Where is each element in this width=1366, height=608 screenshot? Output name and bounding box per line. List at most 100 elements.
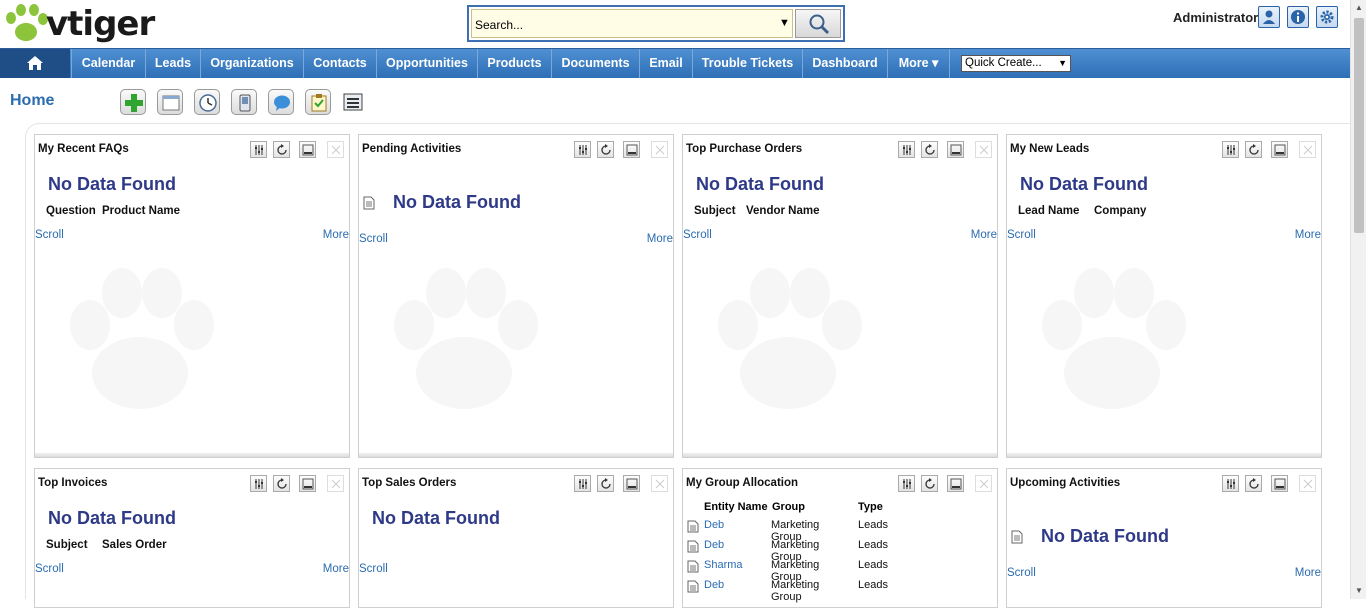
close-icon bbox=[331, 479, 341, 489]
widget-refresh-button[interactable] bbox=[273, 475, 290, 492]
widget-title: Top Invoices bbox=[38, 477, 108, 489]
scroll-link[interactable]: Scroll bbox=[35, 563, 64, 575]
widget-refresh-button[interactable] bbox=[1245, 475, 1262, 492]
scroll-link[interactable]: Scroll bbox=[359, 563, 388, 575]
widget-minimize-button[interactable] bbox=[1271, 141, 1288, 158]
info-icon[interactable] bbox=[1287, 6, 1309, 28]
widget-refresh-button[interactable] bbox=[597, 475, 614, 492]
widget-minimize-button[interactable] bbox=[1271, 475, 1288, 492]
widget-close-button[interactable] bbox=[327, 475, 344, 492]
nav-item-organizations[interactable]: Organizations bbox=[200, 49, 303, 78]
no-data-message: No Data Found bbox=[372, 508, 500, 528]
widget-refresh-button[interactable] bbox=[597, 141, 614, 158]
add-widget-button[interactable] bbox=[120, 89, 146, 115]
nav-item-products[interactable]: Products bbox=[477, 49, 551, 78]
notebook-button[interactable] bbox=[305, 89, 331, 115]
widget-settings-button[interactable] bbox=[250, 475, 267, 492]
widget-minimize-button[interactable] bbox=[299, 141, 316, 158]
nav-item-more[interactable]: More ▾ bbox=[887, 49, 950, 78]
minimize-icon bbox=[626, 144, 638, 156]
widget-footer bbox=[359, 453, 673, 457]
chat-button[interactable] bbox=[268, 89, 294, 115]
mobile-button[interactable] bbox=[231, 89, 257, 115]
widget-settings-button[interactable] bbox=[898, 141, 915, 158]
widget-minimize-button[interactable] bbox=[623, 141, 640, 158]
nav-item-documents[interactable]: Documents bbox=[551, 49, 639, 78]
column-header-subject: Subject bbox=[694, 205, 736, 217]
search-button[interactable] bbox=[795, 9, 841, 38]
nav-item-opportunities[interactable]: Opportunities bbox=[376, 49, 477, 78]
more-link[interactable]: More bbox=[647, 233, 673, 245]
widget-footer bbox=[683, 453, 997, 457]
list-button[interactable] bbox=[342, 91, 366, 116]
home-icon bbox=[27, 56, 43, 70]
widget-minimize-button[interactable] bbox=[947, 475, 964, 492]
nav-item-trouble-tickets[interactable]: Trouble Tickets bbox=[692, 49, 802, 78]
scroll-link[interactable]: Scroll bbox=[359, 233, 388, 245]
scrollbar-thumb[interactable] bbox=[1354, 18, 1364, 233]
home-button[interactable] bbox=[0, 49, 70, 78]
widget-minimize-button[interactable] bbox=[947, 141, 964, 158]
entity-link[interactable]: Deb bbox=[704, 519, 724, 531]
scroll-link[interactable]: Scroll bbox=[1007, 567, 1036, 579]
user-profile-icon[interactable] bbox=[1258, 6, 1280, 28]
widget-close-button[interactable] bbox=[651, 141, 668, 158]
vtiger-logo[interactable]: vtiger bbox=[2, 2, 167, 46]
widget-settings-button[interactable] bbox=[898, 475, 915, 492]
widget-close-button[interactable] bbox=[1299, 475, 1316, 492]
sliders-icon bbox=[255, 145, 263, 155]
nav-item-dashboard[interactable]: Dashboard bbox=[802, 49, 887, 78]
widget-settings-button[interactable] bbox=[250, 141, 267, 158]
close-icon bbox=[1303, 145, 1313, 155]
widget-settings-button[interactable] bbox=[574, 475, 591, 492]
scroll-link[interactable]: Scroll bbox=[1007, 229, 1036, 241]
widget-refresh-button[interactable] bbox=[273, 141, 290, 158]
widget-settings-button[interactable] bbox=[574, 141, 591, 158]
document-icon bbox=[687, 520, 699, 533]
widget-refresh-button[interactable] bbox=[921, 141, 938, 158]
entity-link[interactable]: Sharma bbox=[704, 559, 743, 571]
nav-item-calendar[interactable]: Calendar bbox=[71, 49, 145, 78]
more-link[interactable]: More bbox=[323, 229, 349, 241]
reminder-button[interactable] bbox=[194, 89, 220, 115]
document-icon bbox=[687, 560, 699, 573]
more-link[interactable]: More bbox=[1295, 567, 1321, 579]
widget-close-button[interactable] bbox=[1299, 141, 1316, 158]
scroll-link[interactable]: Scroll bbox=[35, 229, 64, 241]
layout-button[interactable] bbox=[157, 89, 183, 115]
quick-create-select[interactable]: Quick Create... ▼ bbox=[961, 55, 1071, 72]
widget-close-button[interactable] bbox=[975, 141, 992, 158]
nav-item-contacts[interactable]: Contacts bbox=[303, 49, 376, 78]
widget-close-button[interactable] bbox=[327, 141, 344, 158]
search-dropdown-icon[interactable]: ▼ bbox=[779, 17, 790, 29]
settings-icon[interactable] bbox=[1316, 6, 1338, 28]
search-input[interactable]: Search... bbox=[471, 9, 793, 38]
refresh-icon bbox=[925, 144, 935, 155]
widget-minimize-button[interactable] bbox=[299, 475, 316, 492]
widget-settings-button[interactable] bbox=[1222, 475, 1239, 492]
paw-watermark-icon bbox=[70, 268, 214, 409]
close-icon bbox=[979, 479, 989, 489]
widget-title: My Group Allocation bbox=[686, 477, 799, 489]
widget-refresh-button[interactable] bbox=[921, 475, 938, 492]
nav-item-email[interactable]: Email bbox=[639, 49, 692, 78]
scroll-up-icon[interactable]: ▲ bbox=[1355, 3, 1363, 12]
sliders-icon bbox=[903, 145, 911, 155]
widget-settings-button[interactable] bbox=[1222, 141, 1239, 158]
more-link[interactable]: More bbox=[323, 563, 349, 575]
page-scrollbar[interactable]: ▲ ▼ bbox=[1350, 0, 1366, 599]
widget-close-button[interactable] bbox=[975, 475, 992, 492]
entity-link[interactable]: Deb bbox=[704, 579, 724, 591]
column-header-group: Group bbox=[772, 501, 805, 513]
widget-minimize-button[interactable] bbox=[623, 475, 640, 492]
more-link[interactable]: More bbox=[971, 229, 997, 241]
widget-refresh-button[interactable] bbox=[1245, 141, 1262, 158]
scroll-down-icon[interactable]: ▼ bbox=[1355, 586, 1363, 595]
widget-close-button[interactable] bbox=[651, 475, 668, 492]
scroll-link[interactable]: Scroll bbox=[683, 229, 712, 241]
minimize-icon bbox=[950, 478, 962, 490]
search-box: Search... ▼ bbox=[467, 5, 845, 42]
more-link[interactable]: More bbox=[1295, 229, 1321, 241]
entity-link[interactable]: Deb bbox=[704, 539, 724, 551]
nav-item-leads[interactable]: Leads bbox=[145, 49, 200, 78]
